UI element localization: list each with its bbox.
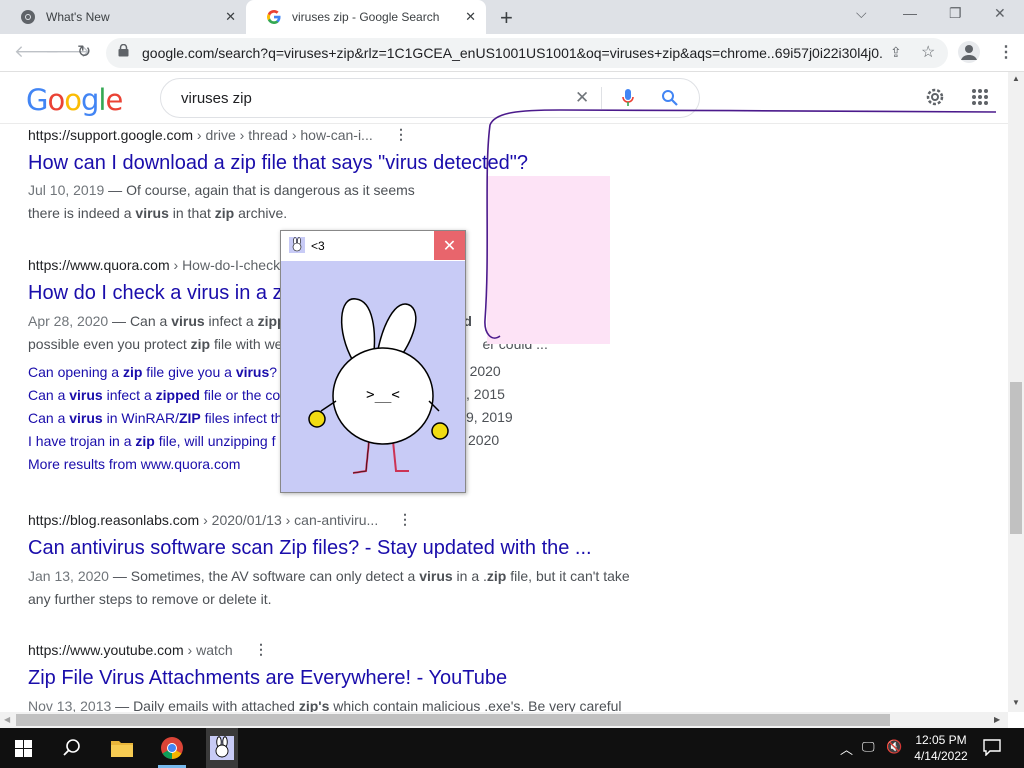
popup-body: >__< [281,261,465,492]
popup-title: <3 [311,239,325,253]
bunny-popup-window[interactable]: <3 ✕ >__< [280,230,466,493]
chrome-taskbar-icon[interactable] [160,736,184,765]
bunny-drawing: >__< [308,298,449,474]
scroll-up-arrow-icon[interactable]: ▲ [1012,74,1020,83]
scroll-left-arrow-icon[interactable]: ◀ [4,715,10,724]
popup-close-button[interactable]: ✕ [434,231,465,260]
clock-time: 12:05 PM [915,733,967,747]
horizontal-scrollbar[interactable]: ◀ ▶ [0,712,1008,728]
bunny-taskbar-button[interactable] [206,728,238,768]
file-explorer-icon[interactable] [110,737,134,764]
horizontal-scroll-thumb[interactable] [16,714,890,726]
tray-chevron-up-icon[interactable]: ︿ [840,739,853,758]
taskbar-search-icon[interactable] [62,738,82,763]
vertical-scrollbar[interactable]: ▲ ▼ [1008,72,1024,712]
notifications-icon[interactable] [983,738,1001,761]
bunny-face: >__< [366,387,400,403]
network-icon[interactable]: 🖵 [862,739,875,755]
windows-taskbar: ︿ 🖵 🔇 12:05 PM 4/14/2022 [0,728,1024,768]
clock-date: 4/14/2022 [914,749,968,763]
volume-muted-icon[interactable]: 🔇 [886,739,902,755]
windows-start-icon[interactable] [15,740,32,762]
system-clock[interactable]: 12:05 PM 4/14/2022 [906,732,976,764]
vertical-scroll-thumb[interactable] [1010,382,1022,534]
scribble-overlay [484,109,997,339]
scroll-down-arrow-icon[interactable]: ▼ [1012,698,1020,707]
scroll-right-arrow-icon[interactable]: ▶ [994,715,1000,724]
popup-titlebar[interactable]: <3 ✕ [281,231,465,261]
bunny-app-icon [289,237,305,258]
